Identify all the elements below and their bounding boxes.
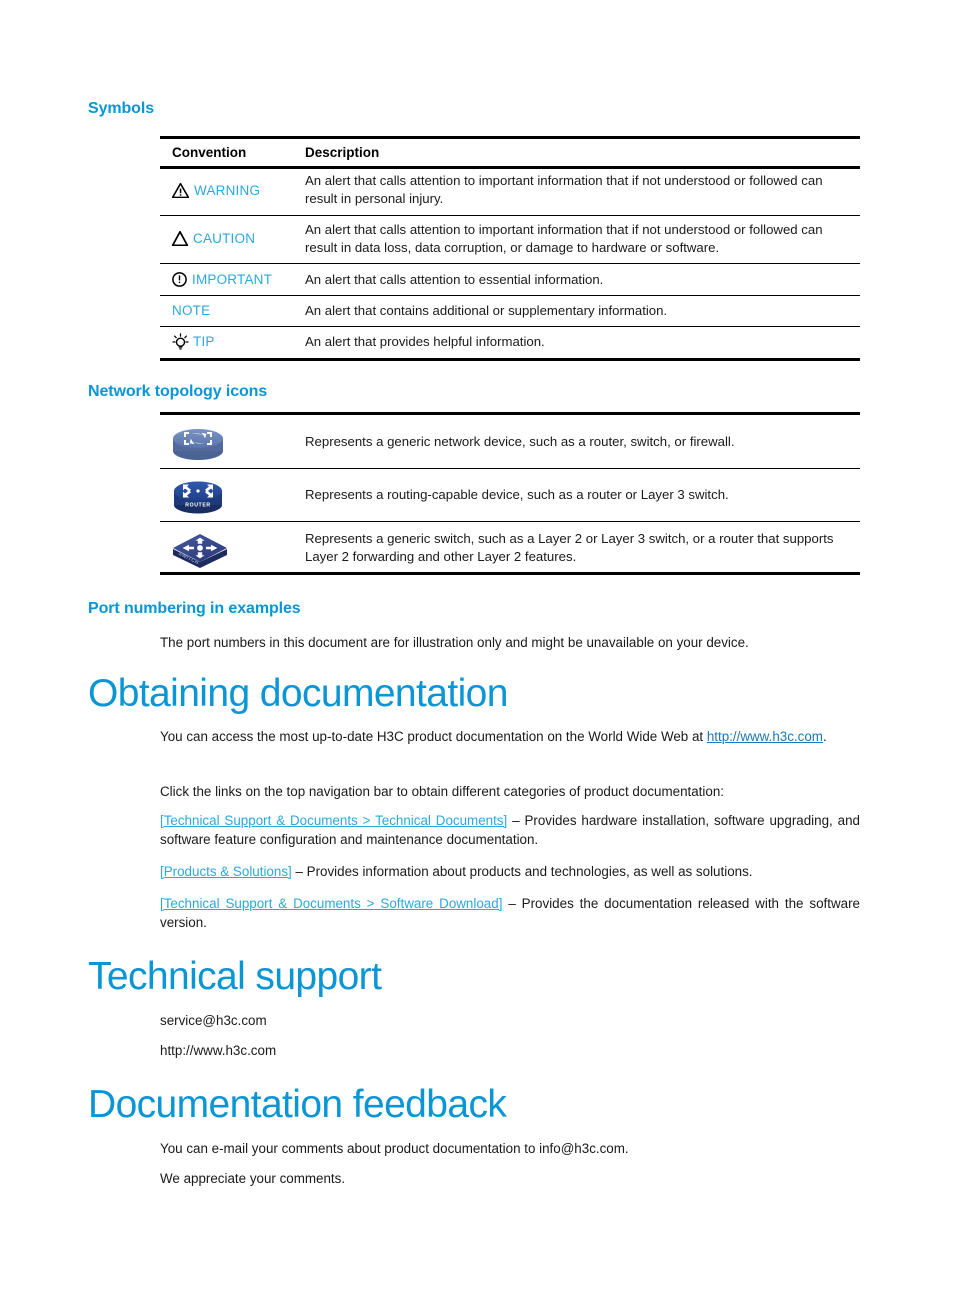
support-email: service@h3c.com <box>160 1013 267 1028</box>
obtaining-item-2: [Products & Solutions] – Provides inform… <box>160 862 860 881</box>
obtaining-paragraph-2: Click the links on the top navigation ba… <box>160 784 724 799</box>
obtaining-item-1: [Technical Support & Documents > Technic… <box>160 811 860 849</box>
topology-description-generic-device: Represents a generic network device, suc… <box>305 434 735 449</box>
symbol-convention-warning: WARNING <box>171 182 261 199</box>
heading-documentation-feedback: Documentation feedback <box>88 1083 507 1126</box>
router-icon: ROUTER <box>168 476 228 525</box>
feedback-line-1: You can e-mail your comments about produ… <box>160 1141 629 1156</box>
topology-description-router: Represents a routing-capable device, suc… <box>305 487 729 502</box>
obtaining-para1-before: You can access the most up-to-date H3C p… <box>160 729 707 744</box>
symbols-table-bottom-border <box>160 358 860 361</box>
support-website: http://www.h3c.com <box>160 1043 277 1058</box>
symbol-description-note: An alert that contains additional or sup… <box>305 303 668 318</box>
topology-table-top-border <box>160 412 860 415</box>
caution-triangle-icon <box>171 230 189 247</box>
symbol-description-tip: An alert that provides helpful informati… <box>305 334 545 349</box>
symbol-convention-important: IMPORTANT <box>172 272 272 287</box>
heading-port-numbering: Port numbering in examples <box>88 600 301 617</box>
obtaining-para1-after: . <box>822 729 827 744</box>
symbol-label-note: NOTE <box>172 303 211 318</box>
obtaining-item-3: [Technical Support & Documents > Softwar… <box>160 894 860 932</box>
obtaining-item2-text: – Provides information about products an… <box>291 864 753 879</box>
router-icon-label: ROUTER <box>185 503 211 509</box>
heading-symbols: Symbols <box>88 100 154 117</box>
symbols-table-top-border <box>160 136 860 139</box>
symbol-label-tip: TIP <box>193 334 215 349</box>
feedback-line-2: We appreciate your comments. <box>160 1171 346 1186</box>
symbols-table-header-border <box>160 166 860 169</box>
symbol-description-warning: An alert that calls attention to importa… <box>305 173 823 206</box>
symbol-description-important: An alert that calls attention to essenti… <box>305 272 604 287</box>
h3c-website-link[interactable]: http://www.h3c.com <box>707 729 823 744</box>
symbols-row-divider-2 <box>160 263 860 264</box>
topology-description-switch: Represents a generic switch, such as a L… <box>305 531 834 564</box>
switch-icon: SWITCH <box>168 528 232 579</box>
heading-network-topology-icons: Network topology icons <box>88 383 268 400</box>
generic-network-device-icon <box>168 424 228 469</box>
port-numbering-paragraph: The port numbers in this document are fo… <box>160 635 749 650</box>
important-exclamation-circle-icon <box>172 272 187 287</box>
technical-documents-link[interactable]: [Technical Support & Documents > Technic… <box>160 813 507 828</box>
symbol-label-important: IMPORTANT <box>192 272 273 287</box>
document-page: Symbols Convention Description WARNING A… <box>0 0 954 1296</box>
symbols-row-divider-3 <box>160 295 860 296</box>
symbol-convention-caution: CAUTION <box>171 230 256 247</box>
topology-row-divider-1 <box>160 468 860 469</box>
symbols-row-divider-1 <box>160 215 860 216</box>
symbol-description-caution: An alert that calls attention to importa… <box>305 222 823 255</box>
symbol-convention-tip: TIP <box>172 333 215 350</box>
heading-obtaining-documentation: Obtaining documentation <box>88 672 508 715</box>
topology-table-bottom-border <box>160 572 860 575</box>
column-header-convention: Convention <box>172 145 247 160</box>
heading-technical-support: Technical support <box>88 955 382 998</box>
symbol-convention-note: NOTE <box>172 303 210 318</box>
symbols-row-divider-4 <box>160 326 860 327</box>
warning-triangle-icon <box>171 182 190 199</box>
tip-lightbulb-icon <box>172 333 189 350</box>
software-download-link[interactable]: [Technical Support & Documents > Softwar… <box>160 896 502 911</box>
column-header-description: Description <box>305 145 380 160</box>
symbol-label-caution: CAUTION <box>193 231 256 246</box>
symbol-label-warning: WARNING <box>194 183 261 198</box>
products-solutions-link[interactable]: [Products & Solutions] <box>160 864 292 879</box>
topology-row-divider-2 <box>160 521 860 522</box>
obtaining-paragraph-1: You can access the most up-to-date H3C p… <box>160 727 860 746</box>
